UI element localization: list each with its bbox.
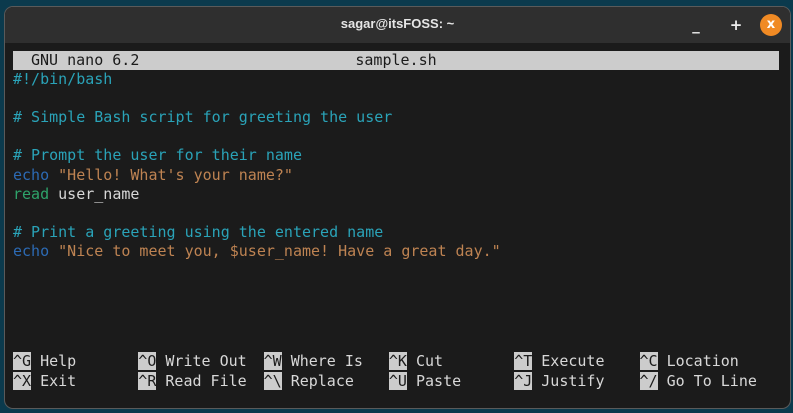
shortcut-key: ^\ — [263, 371, 282, 390]
shortcut-go-to-line[interactable]: ^/ Go To Line — [639, 371, 757, 392]
shortcut-label: Help — [40, 352, 77, 370]
shortcut-key: ^J — [514, 371, 533, 390]
shortcut-key: ^U — [388, 371, 407, 390]
code-token: # Simple Bash script for greeting the us… — [13, 108, 393, 127]
code-line[interactable] — [13, 204, 779, 223]
code-line[interactable]: # Print a greeting using the entered nam… — [13, 223, 779, 242]
shortcut-label: Exit — [40, 371, 77, 390]
code-token: read — [13, 184, 50, 203]
minimize-button[interactable]: _ — [685, 14, 707, 36]
shortcut-replace[interactable]: ^\ Replace — [263, 371, 354, 392]
shortcut-key: ^T — [514, 352, 533, 370]
shortcut-where-is[interactable]: ^W Where Is — [263, 352, 363, 372]
shortcut-label: Write Out — [165, 352, 247, 370]
code-token: "Nice to meet you, $user_name! Have a gr… — [58, 241, 501, 260]
maximize-button[interactable]: + — [725, 14, 747, 36]
code-line[interactable]: # Simple Bash script for greeting the us… — [13, 108, 779, 127]
window-title: sagar@itsFOSS: ~ — [340, 16, 455, 31]
shortcut-key: ^W — [263, 352, 282, 370]
editor-content[interactable]: #!/bin/bash # Simple Bash script for gree… — [13, 70, 779, 261]
shortcut-label: Execute — [541, 352, 605, 370]
shortcut-help[interactable]: ^G Help — [13, 352, 76, 372]
shortcut-exit[interactable]: ^X Exit — [13, 371, 77, 392]
shortcut-key: ^O — [138, 352, 157, 370]
code-line[interactable]: #!/bin/bash — [13, 70, 779, 89]
code-line[interactable] — [13, 89, 779, 108]
shortcut-location[interactable]: ^C Location — [639, 352, 739, 372]
shortcut-label: Location — [666, 352, 739, 370]
shortcut-write-out[interactable]: ^O Write Out — [138, 352, 247, 372]
shortcut-label: Cut — [415, 352, 444, 370]
shortcut-key: ^C — [639, 352, 658, 370]
shortcut-cut[interactable]: ^K Cut — [388, 352, 444, 372]
code-line[interactable]: # Prompt the user for their name — [13, 146, 779, 165]
nano-header: GNU nano 6.2 sample.sh — [13, 51, 779, 71]
code-line[interactable] — [13, 127, 779, 146]
shortcut-label: Read File — [165, 371, 247, 390]
code-token: user_name — [49, 184, 140, 203]
code-token: # Prompt the user for their name — [13, 146, 302, 165]
code-token: "Hello! What's your name?" — [58, 165, 293, 184]
code-token: echo — [13, 165, 50, 184]
shortcut-read-file[interactable]: ^R Read File — [138, 371, 247, 392]
shortcut-execute[interactable]: ^T Execute — [514, 352, 605, 372]
shortcut-key: ^/ — [639, 371, 658, 390]
close-button[interactable]: x — [760, 14, 782, 36]
shortcut-label: Justify — [541, 371, 605, 390]
title-bar: sagar@itsFOSS: ~ _ + x — [5, 7, 790, 43]
nano-editor[interactable]: GNU nano 6.2 sample.sh #!/bin/bash # Simpl… — [13, 51, 779, 261]
code-line[interactable]: echo "Nice to meet you, $user_name! Have… — [13, 242, 779, 261]
shortcut-label: Go To Line — [666, 371, 757, 390]
shortcut-label: Paste — [415, 371, 462, 390]
terminal-window: sagar@itsFOSS: ~ _ + x GNU nano 6.2 sampl… — [4, 6, 791, 409]
code-token: # Print a greeting using the entered nam… — [13, 222, 384, 241]
shortcut-key: ^K — [388, 352, 407, 370]
shortcut-paste[interactable]: ^U Paste — [388, 371, 462, 392]
shortcut-label: Replace — [290, 371, 354, 390]
code-token: #!/bin/bash — [13, 70, 113, 89]
shortcut-justify[interactable]: ^J Justify — [514, 371, 605, 392]
nano-filename: sample.sh — [355, 51, 437, 69]
code-line[interactable]: echo "Hello! What's your name?" — [13, 166, 779, 185]
shortcut-label: Where Is — [290, 352, 363, 370]
shortcut-key: ^R — [138, 371, 157, 390]
shortcut-key: ^X — [13, 371, 32, 390]
code-token: echo — [13, 241, 50, 260]
shortcut-key: ^G — [13, 352, 32, 370]
code-line[interactable]: read user_name — [13, 185, 779, 204]
